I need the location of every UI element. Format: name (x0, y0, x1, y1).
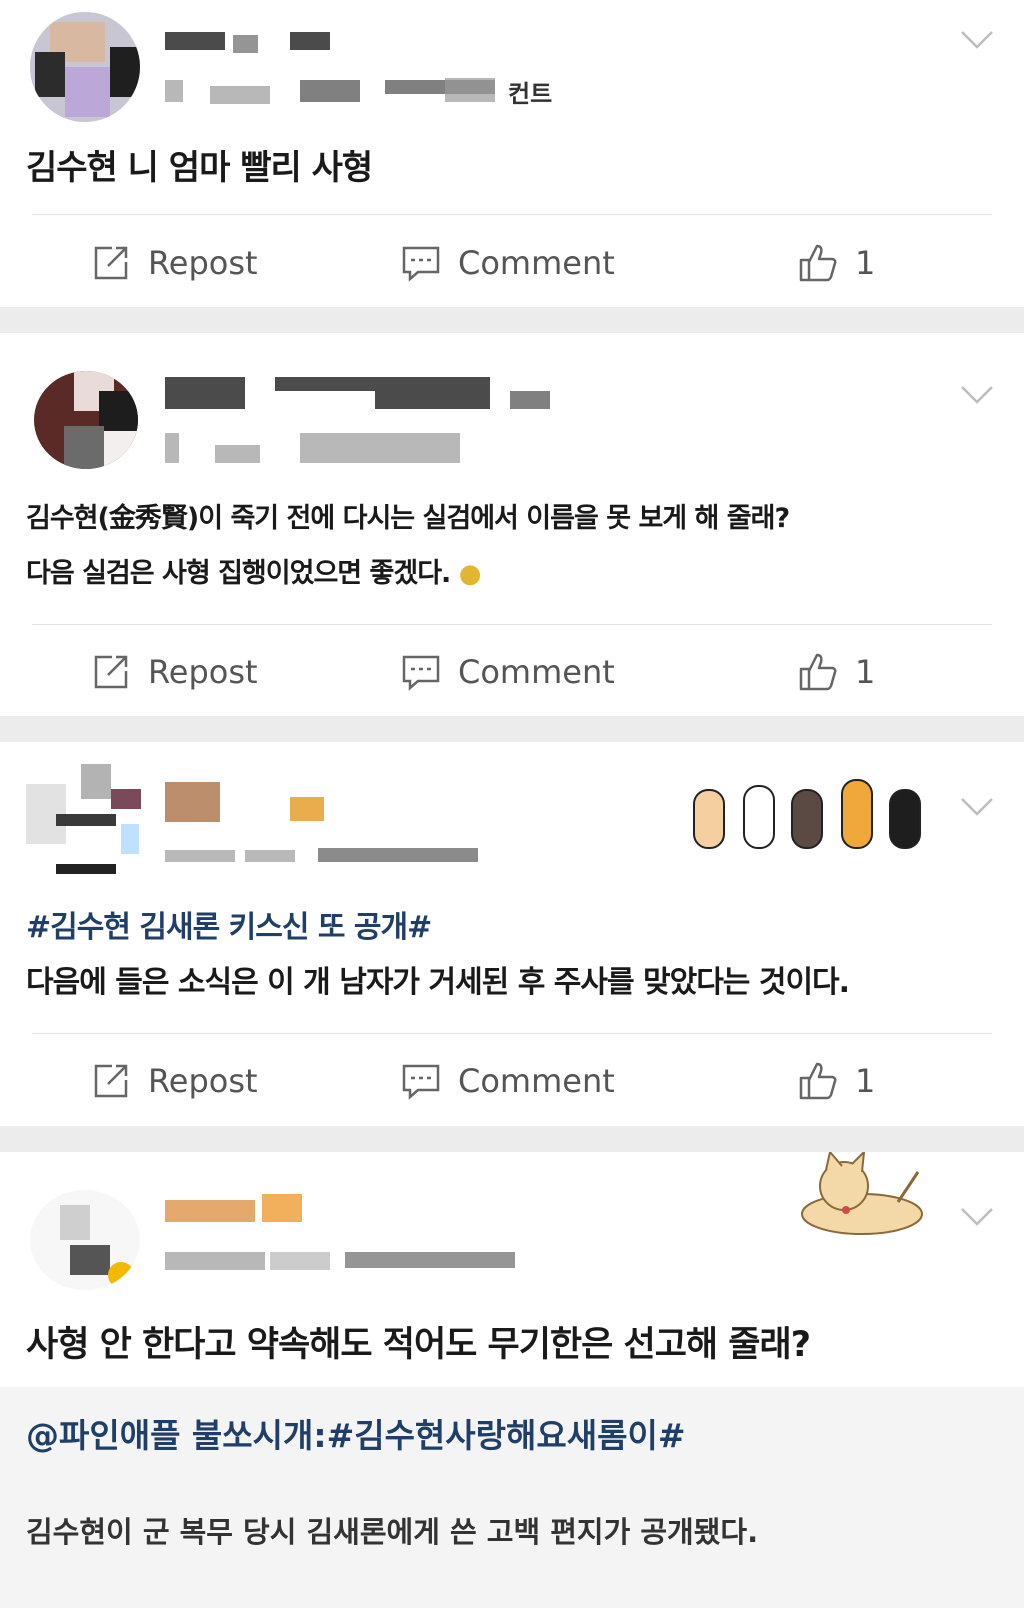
quoted-post[interactable]: @파인애플 불쏘시개:#김수현사랑해요새롬이# 김수현이 군 복무 당시 김새론… (0, 1387, 1024, 1608)
post-text: 다음에 들은 소식은 이 개 남자가 거세된 후 주사를 맞았다는 것이다. (26, 965, 850, 1000)
like-button[interactable]: 1 (797, 218, 875, 308)
chevron-down-icon[interactable] (960, 30, 994, 50)
avatar[interactable] (26, 764, 141, 882)
thumbs-up-icon (799, 653, 837, 691)
repost-button[interactable]: Repost (90, 1036, 258, 1126)
comment-button[interactable]: Comment (400, 218, 615, 308)
dog-sticker (800, 1149, 928, 1238)
repost-icon (94, 1064, 128, 1098)
action-bar: Repost Comment 1 (0, 218, 1024, 308)
repost-button[interactable]: Repost (90, 218, 258, 308)
like-button[interactable]: 1 (797, 1036, 875, 1126)
repost-label: Repost (148, 653, 258, 691)
lightbulb-emoji-icon: ● (458, 559, 482, 589)
like-count: 1 (855, 1062, 876, 1100)
divider (32, 214, 992, 215)
post-card: 컨트 김수현 니 엄마 빨리 사형 Repost Comment 1 (0, 0, 1024, 307)
repost-icon (94, 246, 128, 280)
post-card: #김수현 김새론 키스신 또 공개# 다음에 들은 소식은 이 개 남자가 거세… (0, 742, 1024, 1126)
post-card: 김수현(金秀賢)이 죽기 전에 다시는 실검에서 이름을 못 보게 해 줄래? … (0, 333, 1024, 716)
quoted-post-text: 김수현이 군 복무 당시 김새론에게 쓴 고백 편지가 공개됐다. (26, 1515, 759, 1549)
post-text-line: 김수현(金秀賢)이 죽기 전에 다시는 실검에서 이름을 못 보게 해 줄래? (26, 503, 790, 534)
comment-label: Comment (458, 244, 615, 282)
avatar[interactable] (30, 1190, 140, 1290)
avatar[interactable] (30, 12, 140, 122)
post-text-line: 다음 실검은 사형 집행이었으면 좋겠다. ● (26, 546, 482, 602)
avatar[interactable] (34, 371, 138, 469)
post-meta-suffix: 컨트 (508, 80, 553, 108)
divider (32, 624, 992, 625)
comment-icon (402, 246, 440, 282)
comment-button[interactable]: Comment (400, 627, 615, 717)
post-text: 사형 안 한다고 약속해도 적어도 무기한은 선고해 줄래? (26, 1325, 811, 1365)
repost-icon (94, 655, 128, 689)
comment-icon (402, 655, 440, 691)
comment-button[interactable]: Comment (400, 1036, 615, 1126)
comment-label: Comment (458, 653, 615, 691)
thumbs-up-icon (799, 1062, 837, 1100)
like-count: 1 (855, 244, 876, 282)
quoted-post-author-link[interactable]: @파인애플 불쏘시개:#김수현사랑해요새롬이# (26, 1409, 685, 1457)
repost-label: Repost (148, 244, 258, 282)
thumbs-up-icon (799, 244, 837, 282)
cat-paws-sticker (690, 750, 930, 850)
post-card: 사형 안 한다고 약속해도 적어도 무기한은 선고해 줄래? @파인애플 불쏘시… (0, 1149, 1024, 1608)
cat-paw-icon (693, 779, 921, 849)
repost-label: Repost (148, 1062, 258, 1100)
post-text: 김수현 니 엄마 빨리 사형 (26, 148, 373, 188)
like-count: 1 (855, 653, 876, 691)
chevron-down-icon[interactable] (960, 797, 994, 817)
action-bar: Repost Comment 1 (0, 627, 1024, 717)
comment-label: Comment (458, 1062, 615, 1100)
repost-button[interactable]: Repost (90, 627, 258, 717)
like-button[interactable]: 1 (797, 627, 875, 717)
divider (32, 1033, 992, 1034)
action-bar: Repost Comment 1 (0, 1036, 1024, 1126)
comment-icon (402, 1064, 440, 1100)
chevron-down-icon[interactable] (960, 385, 994, 405)
post-text-line-content: 다음 실검은 사형 집행이었으면 좋겠다. (26, 558, 451, 589)
chevron-down-icon[interactable] (960, 1207, 994, 1227)
post-hashtag[interactable]: #김수현 김새론 키스신 또 공개# (26, 900, 432, 956)
